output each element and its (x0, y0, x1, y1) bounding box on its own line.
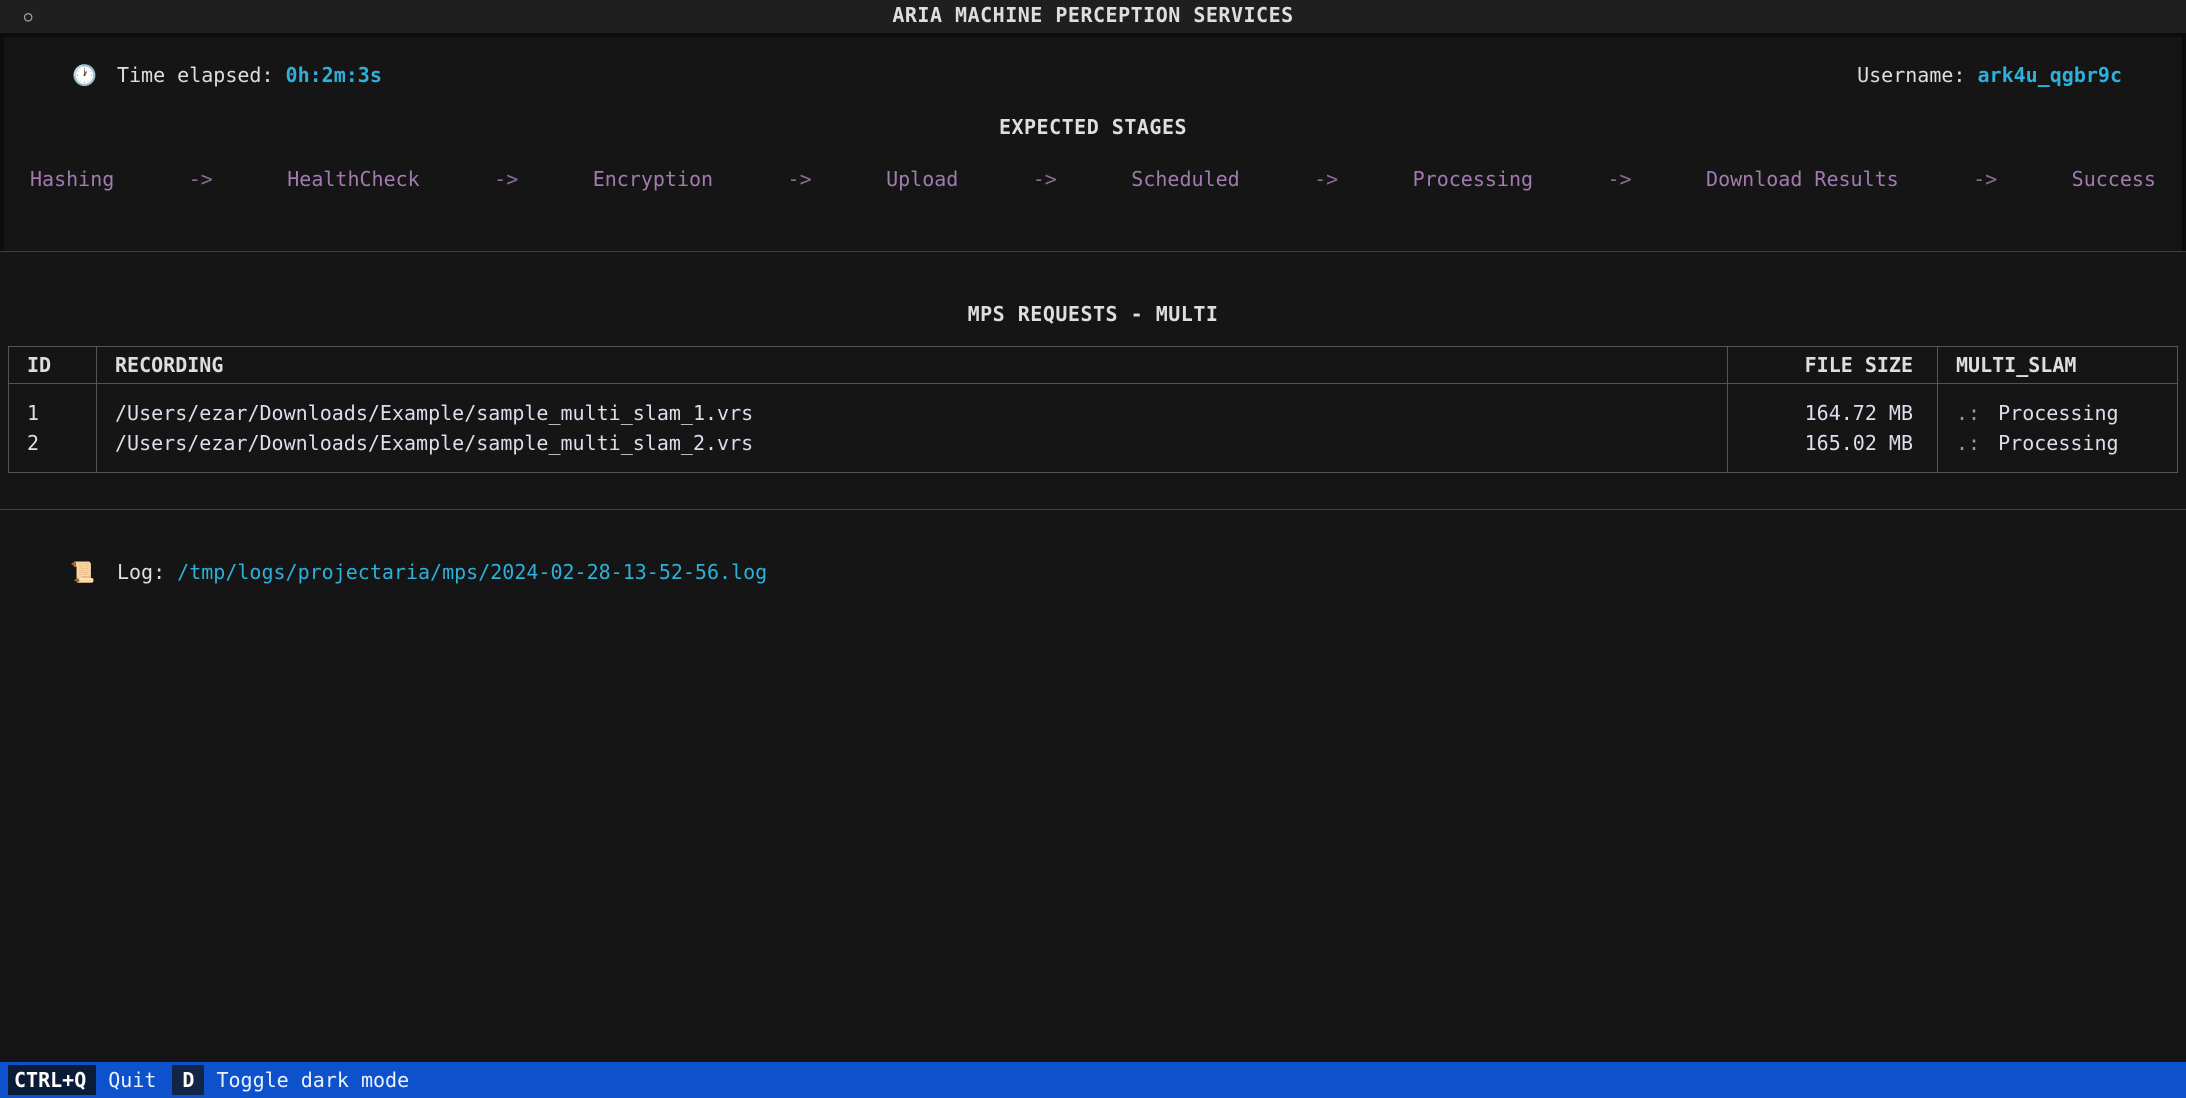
table-header-row: ID RECORDING FILE SIZE MULTI_SLAM (9, 347, 2178, 384)
stage-label: Scheduled (1131, 167, 1239, 191)
arrow-icon: -> (1033, 167, 1057, 191)
cell-status: .: Processing (1938, 428, 2178, 473)
table-row: 2/Users/ezar/Downloads/Example/sample_mu… (9, 428, 2178, 473)
arrow-icon: -> (1973, 167, 1997, 191)
username-value: ark4u_qgbr9c (1978, 63, 2123, 87)
window-control-dot: ○ (24, 9, 33, 25)
stage-label: HealthCheck (287, 167, 419, 191)
stage-label: Hashing (30, 167, 114, 191)
spinner-icon: .: (1956, 401, 1980, 425)
log-label: Log: (117, 560, 177, 584)
scroll-icon: 📜 (70, 560, 95, 584)
shortcut-desc: Toggle dark mode (206, 1065, 425, 1095)
clock-icon: 🕐 (72, 63, 97, 87)
stage-label: Encryption (593, 167, 713, 191)
col-id: ID (9, 347, 97, 384)
title-bar: ○ ARIA MACHINE PERCEPTION SERVICES (0, 0, 2186, 33)
shortcut-desc: Quit (98, 1065, 172, 1095)
stages-pipeline: Hashing -> HealthCheck -> Encryption -> Upload… (4, 147, 2182, 251)
stage-label: Processing (1413, 167, 1533, 191)
cell-recording: /Users/ezar/Downloads/Example/sample_mul… (97, 428, 1728, 473)
timer-label: Time elapsed: (117, 63, 286, 87)
username-label: Username: (1857, 63, 1977, 87)
stage-label: Download Results (1706, 167, 1899, 191)
cell-id: 1 (9, 384, 97, 429)
arrow-icon: -> (1314, 167, 1338, 191)
cell-recording: /Users/ezar/Downloads/Example/sample_mul… (97, 384, 1728, 429)
col-status: MULTI_SLAM (1938, 347, 2178, 384)
stage-label: Success (2072, 167, 2156, 191)
requests-table: ID RECORDING FILE SIZE MULTI_SLAM 1/User… (8, 346, 2178, 473)
cell-status: .: Processing (1938, 384, 2178, 429)
arrow-icon: -> (189, 167, 213, 191)
arrow-icon: -> (1608, 167, 1632, 191)
app-title: ARIA MACHINE PERCEPTION SERVICES (892, 3, 1293, 27)
spinner-icon: .: (1956, 431, 1980, 455)
timer-value: 0h:2m:3s (286, 63, 382, 87)
log-section: 📜 Log: /tmp/logs/projectaria/mps/2024-02… (0, 510, 2186, 612)
username-display: Username: ark4u_qgbr9c (1857, 63, 2122, 87)
arrow-icon: -> (788, 167, 812, 191)
header-panel: 🕐 Time elapsed: 0h:2m:3s Username: ark4u… (4, 37, 2182, 251)
col-recording: RECORDING (97, 347, 1728, 384)
arrow-icon: -> (494, 167, 518, 191)
shortcut-key[interactable]: D (172, 1065, 204, 1095)
col-size: FILE SIZE (1728, 347, 1938, 384)
time-elapsed: 🕐 Time elapsed: 0h:2m:3s (72, 63, 382, 87)
requests-section: MPS REQUESTS - MULTI ID RECORDING FILE S… (0, 252, 2186, 509)
requests-title: MPS REQUESTS - MULTI (8, 252, 2178, 346)
table-row: 1/Users/ezar/Downloads/Example/sample_mu… (9, 384, 2178, 429)
cell-size: 164.72 MB (1728, 384, 1938, 429)
cell-size: 165.02 MB (1728, 428, 1938, 473)
log-path: /tmp/logs/projectaria/mps/2024-02-28-13-… (177, 560, 767, 584)
shortcut-key[interactable]: CTRL+Q (8, 1065, 96, 1095)
stages-title: EXPECTED STAGES (4, 97, 2182, 147)
footer-bar: CTRL+Q Quit D Toggle dark mode (0, 1062, 2186, 1098)
cell-id: 2 (9, 428, 97, 473)
stage-label: Upload (886, 167, 958, 191)
